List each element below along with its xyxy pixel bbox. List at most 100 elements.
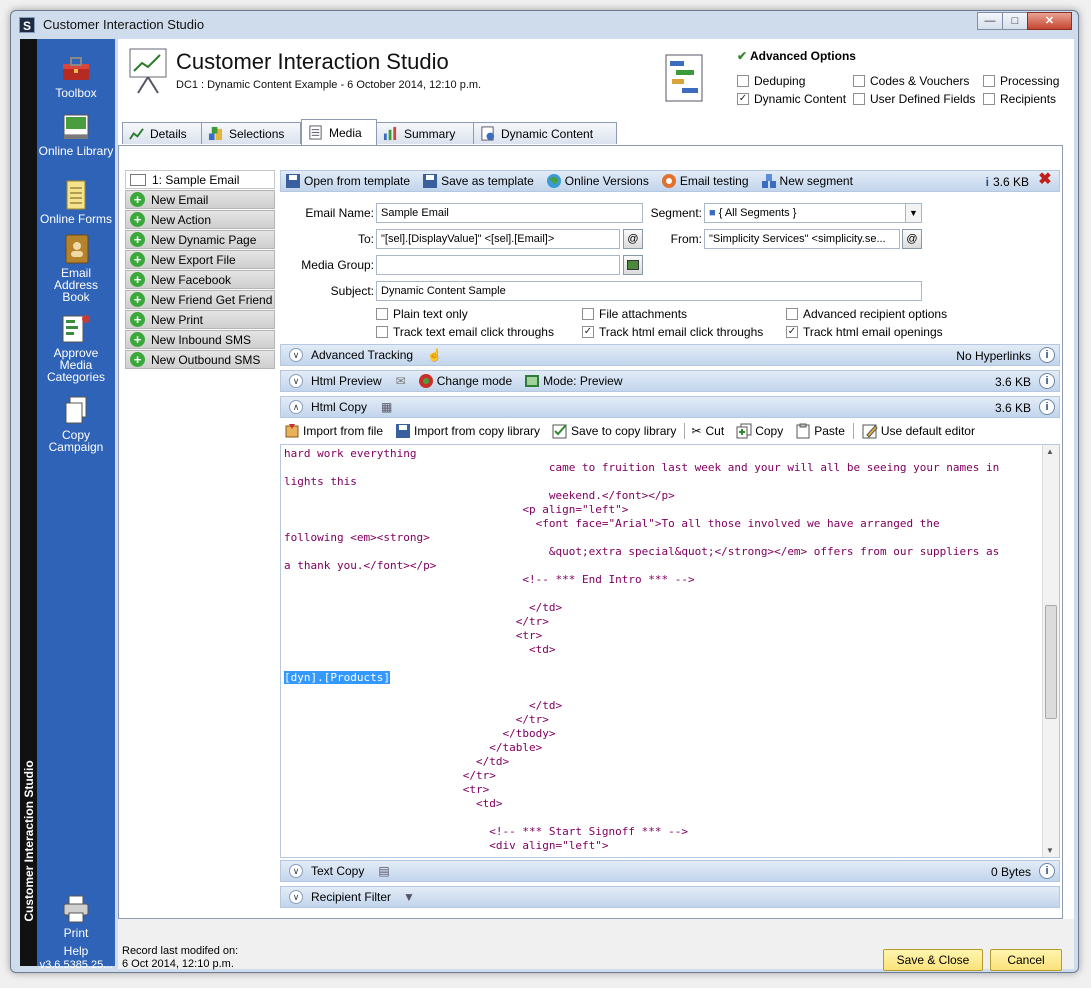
advanced-tracking-section[interactable]: ∨ Advanced Tracking ☝ No Hyperlinks i xyxy=(280,344,1060,366)
text-copy-size: 0 Bytes xyxy=(990,865,1031,879)
media-group-button[interactable] xyxy=(623,255,643,275)
delete-icon[interactable]: ✖ xyxy=(1037,172,1053,189)
new-email-button[interactable]: + New Email xyxy=(125,190,275,209)
expand-icon[interactable]: ∨ xyxy=(289,890,303,904)
tab-selections[interactable]: Selections xyxy=(201,122,301,144)
info-icon[interactable]: i xyxy=(1039,399,1055,415)
copy-button[interactable]: Copy xyxy=(732,423,783,439)
new-friend-get-friend-button[interactable]: + New Friend Get Friend xyxy=(125,290,275,309)
tab-details[interactable]: Details xyxy=(122,122,202,144)
from-input[interactable]: "Simplicity Services" <simplicity.se... xyxy=(704,229,900,249)
tab-media[interactable]: Media xyxy=(301,119,377,145)
email-name-input[interactable]: Sample Email xyxy=(376,203,643,223)
sidebar-item-email-address-book[interactable]: Email Address Book xyxy=(37,233,115,303)
details-icon xyxy=(129,128,144,140)
add-icon: + xyxy=(130,352,145,367)
new-action-button[interactable]: + New Action xyxy=(125,210,275,229)
grid-icon: ▦ xyxy=(381,400,393,414)
color-wheel-icon xyxy=(661,174,676,188)
new-facebook-button[interactable]: + New Facebook xyxy=(125,270,275,289)
text-copy-section[interactable]: ∨ Text Copy ▤ 0 Bytes i xyxy=(280,860,1060,882)
file-attachments-checkbox[interactable]: File attachments xyxy=(582,307,687,321)
close-window-button[interactable]: ✕ xyxy=(1027,12,1072,30)
new-segment-button[interactable]: New segment xyxy=(757,173,853,189)
from-address-button[interactable]: @ xyxy=(902,229,922,249)
segment-select[interactable]: ■ { All Segments } ▼ xyxy=(704,203,922,223)
track-text-clicks-checkbox[interactable]: Track text email click throughs xyxy=(376,325,554,339)
online-versions-button[interactable]: Online Versions xyxy=(542,173,649,189)
subject-input[interactable]: Dynamic Content Sample xyxy=(376,281,922,301)
code-line: [dyn].[Products] xyxy=(284,671,390,684)
expand-icon[interactable]: ∨ xyxy=(289,374,303,388)
to-input[interactable]: "[sel].[DisplayValue]" <[sel].[Email]> xyxy=(376,229,620,249)
maximize-button[interactable]: □ xyxy=(1002,12,1028,30)
vertical-scrollbar[interactable]: ▲ ▼ xyxy=(1042,445,1059,857)
track-html-openings-checkbox[interactable]: ✓ Track html email openings xyxy=(786,325,943,339)
scroll-thumb[interactable] xyxy=(1045,605,1057,719)
info-icon[interactable]: i xyxy=(1039,863,1055,879)
html-preview-section[interactable]: ∨ Html Preview ✉ Change mode Mode: Previe… xyxy=(280,370,1060,392)
preview-size: 3.6 KB xyxy=(994,375,1031,389)
info-icon[interactable]: i xyxy=(1039,373,1055,389)
sidebar-item-approve-media-categories[interactable]: Approve Media Categories xyxy=(37,313,115,383)
tab-summary[interactable]: Summary xyxy=(376,122,474,144)
code-line: a thank you.</font></p> xyxy=(284,559,437,572)
scroll-up-arrow[interactable]: ▲ xyxy=(1046,447,1054,456)
expand-icon[interactable]: ∨ xyxy=(289,864,303,878)
code-line: &quot;extra special&quot;</strong></em> … xyxy=(284,545,1000,558)
new-export-file-button[interactable]: + New Export File xyxy=(125,250,275,269)
segment-icon xyxy=(761,174,776,188)
sidebar-item-copy-campaign[interactable]: Copy Campaign xyxy=(37,395,115,453)
dynamic-content-checkbox[interactable]: ✓ Dynamic Content xyxy=(737,92,846,106)
advanced-recipient-options-checkbox[interactable]: Advanced recipient options xyxy=(786,307,947,321)
segment-icon: ■ xyxy=(709,207,716,219)
media-list: 1: Sample Email + New Email + New Action +… xyxy=(125,170,275,370)
minimize-button[interactable]: — xyxy=(977,12,1003,30)
import-from-file-button[interactable]: Import from file xyxy=(280,423,383,439)
media-group-input[interactable] xyxy=(376,255,620,275)
expand-icon[interactable]: ∨ xyxy=(289,348,303,362)
tab-dynamic-content[interactable]: Dynamic Content xyxy=(473,122,617,144)
new-dynamic-page-button[interactable]: + New Dynamic Page xyxy=(125,230,275,249)
paste-button[interactable]: Paste xyxy=(791,423,845,439)
mode-indicator: Mode: Preview xyxy=(520,373,623,389)
user-defined-fields-checkbox[interactable]: User Defined Fields xyxy=(853,92,975,106)
open-from-template-button[interactable]: Open from template xyxy=(281,173,410,189)
change-mode-button[interactable]: Change mode xyxy=(414,373,512,389)
code-line: <tr> xyxy=(284,783,490,796)
media-item-sample-email[interactable]: 1: Sample Email xyxy=(125,170,275,189)
sidebar-item-online-forms[interactable]: Online Forms xyxy=(37,179,115,225)
copy-icon xyxy=(736,423,752,439)
code-line: <tr> xyxy=(284,629,543,642)
default-editor-button[interactable]: Use default editor xyxy=(858,423,975,439)
plain-text-only-checkbox[interactable]: Plain text only xyxy=(376,307,468,321)
cut-button[interactable]: ✂ Cut xyxy=(691,424,724,438)
info-icon: i xyxy=(985,175,989,189)
save-close-button[interactable]: Save & Close xyxy=(883,949,983,971)
track-html-clicks-checkbox[interactable]: ✓ Track html email click throughs xyxy=(582,325,763,339)
collapse-icon[interactable]: ∧ xyxy=(289,400,303,414)
new-print-button[interactable]: + New Print xyxy=(125,310,275,329)
recipient-filter-section[interactable]: ∨ Recipient Filter ▼ xyxy=(280,886,1060,908)
codes-vouchers-checkbox[interactable]: Codes & Vouchers xyxy=(853,74,969,88)
new-outbound-sms-button[interactable]: + New Outbound SMS xyxy=(125,350,275,369)
save-to-library-button[interactable]: Save to copy library xyxy=(548,423,676,439)
scroll-down-arrow[interactable]: ▼ xyxy=(1046,846,1054,855)
sidebar-item-print[interactable]: Print xyxy=(37,893,115,939)
deduping-checkbox[interactable]: Deduping xyxy=(737,74,805,88)
cancel-button[interactable]: Cancel xyxy=(990,949,1062,971)
sidebar-item-online-library[interactable]: Online Library xyxy=(37,111,115,157)
save-as-template-button[interactable]: Save as template xyxy=(418,173,534,189)
html-code-editor[interactable]: hard work everything came to fruition la… xyxy=(280,444,1060,858)
to-address-button[interactable]: @ xyxy=(623,229,643,249)
info-icon[interactable]: i xyxy=(1039,347,1055,363)
new-inbound-sms-button[interactable]: + New Inbound SMS xyxy=(125,330,275,349)
sidebar-item-toolbox[interactable]: Toolbox xyxy=(37,53,115,99)
html-copy-section[interactable]: ∧ Html Copy ▦ 3.6 KB i xyxy=(280,396,1060,418)
media-group-label: Media Group: xyxy=(301,258,374,272)
help-link[interactable]: Help xyxy=(37,945,115,957)
email-testing-button[interactable]: Email testing xyxy=(657,173,749,189)
import-from-library-button[interactable]: Import from copy library xyxy=(391,423,540,439)
recipients-checkbox[interactable]: Recipients xyxy=(983,92,1056,106)
processing-checkbox[interactable]: Processing xyxy=(983,74,1059,88)
